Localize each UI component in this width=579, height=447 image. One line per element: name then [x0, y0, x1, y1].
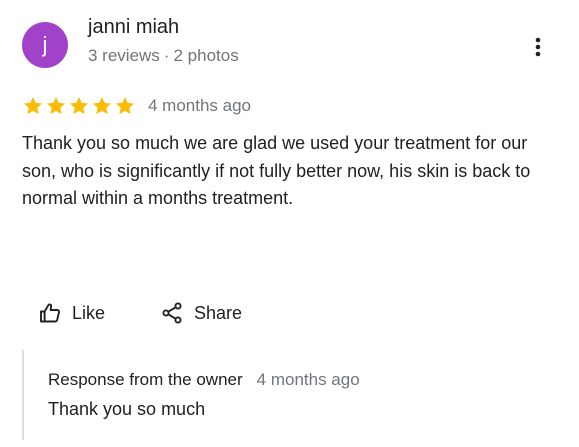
like-button[interactable]: Like: [38, 295, 105, 331]
more-options-button[interactable]: [524, 32, 552, 62]
avatar[interactable]: j: [22, 22, 68, 68]
star-rating: [22, 95, 137, 117]
owner-response-header: Response from the owner 4 months ago: [48, 370, 360, 390]
owner-response: Response from the owner 4 months ago Tha…: [22, 350, 564, 440]
review-date: 4 months ago: [148, 96, 252, 115]
owner-response-text: Thank you so much: [48, 399, 206, 419]
more-vert-icon: [535, 37, 541, 57]
review-text: Thank you so much we are glad we used yo…: [22, 133, 531, 208]
thumb-up-icon: [40, 303, 61, 323]
star-icon: [23, 97, 43, 115]
author-meta: 3 reviews · 2 photos: [88, 46, 239, 66]
star-icon: [46, 97, 66, 115]
star-icon: [69, 97, 89, 115]
share-label: Share: [194, 302, 243, 323]
author-name[interactable]: janni miah: [88, 16, 179, 39]
photo-count: 2 photos: [173, 46, 239, 65]
rating-row: 4 months ago: [22, 93, 251, 119]
owner-response-title: Response from the owner: [48, 370, 243, 389]
star-icon: [115, 97, 135, 115]
meta-separator: ·: [163, 46, 170, 65]
share-icon: [162, 302, 182, 324]
avatar-letter: j: [42, 32, 48, 57]
owner-response-date: 4 months ago: [256, 370, 360, 389]
review-actions: Like Share: [38, 295, 242, 331]
review-count: 3 reviews: [88, 46, 160, 65]
like-label: Like: [72, 302, 106, 323]
star-icon: [92, 97, 112, 115]
review-card: j janni miah 3 reviews · 2 photos 4 months…: [0, 0, 579, 447]
share-button[interactable]: Share: [160, 295, 242, 331]
